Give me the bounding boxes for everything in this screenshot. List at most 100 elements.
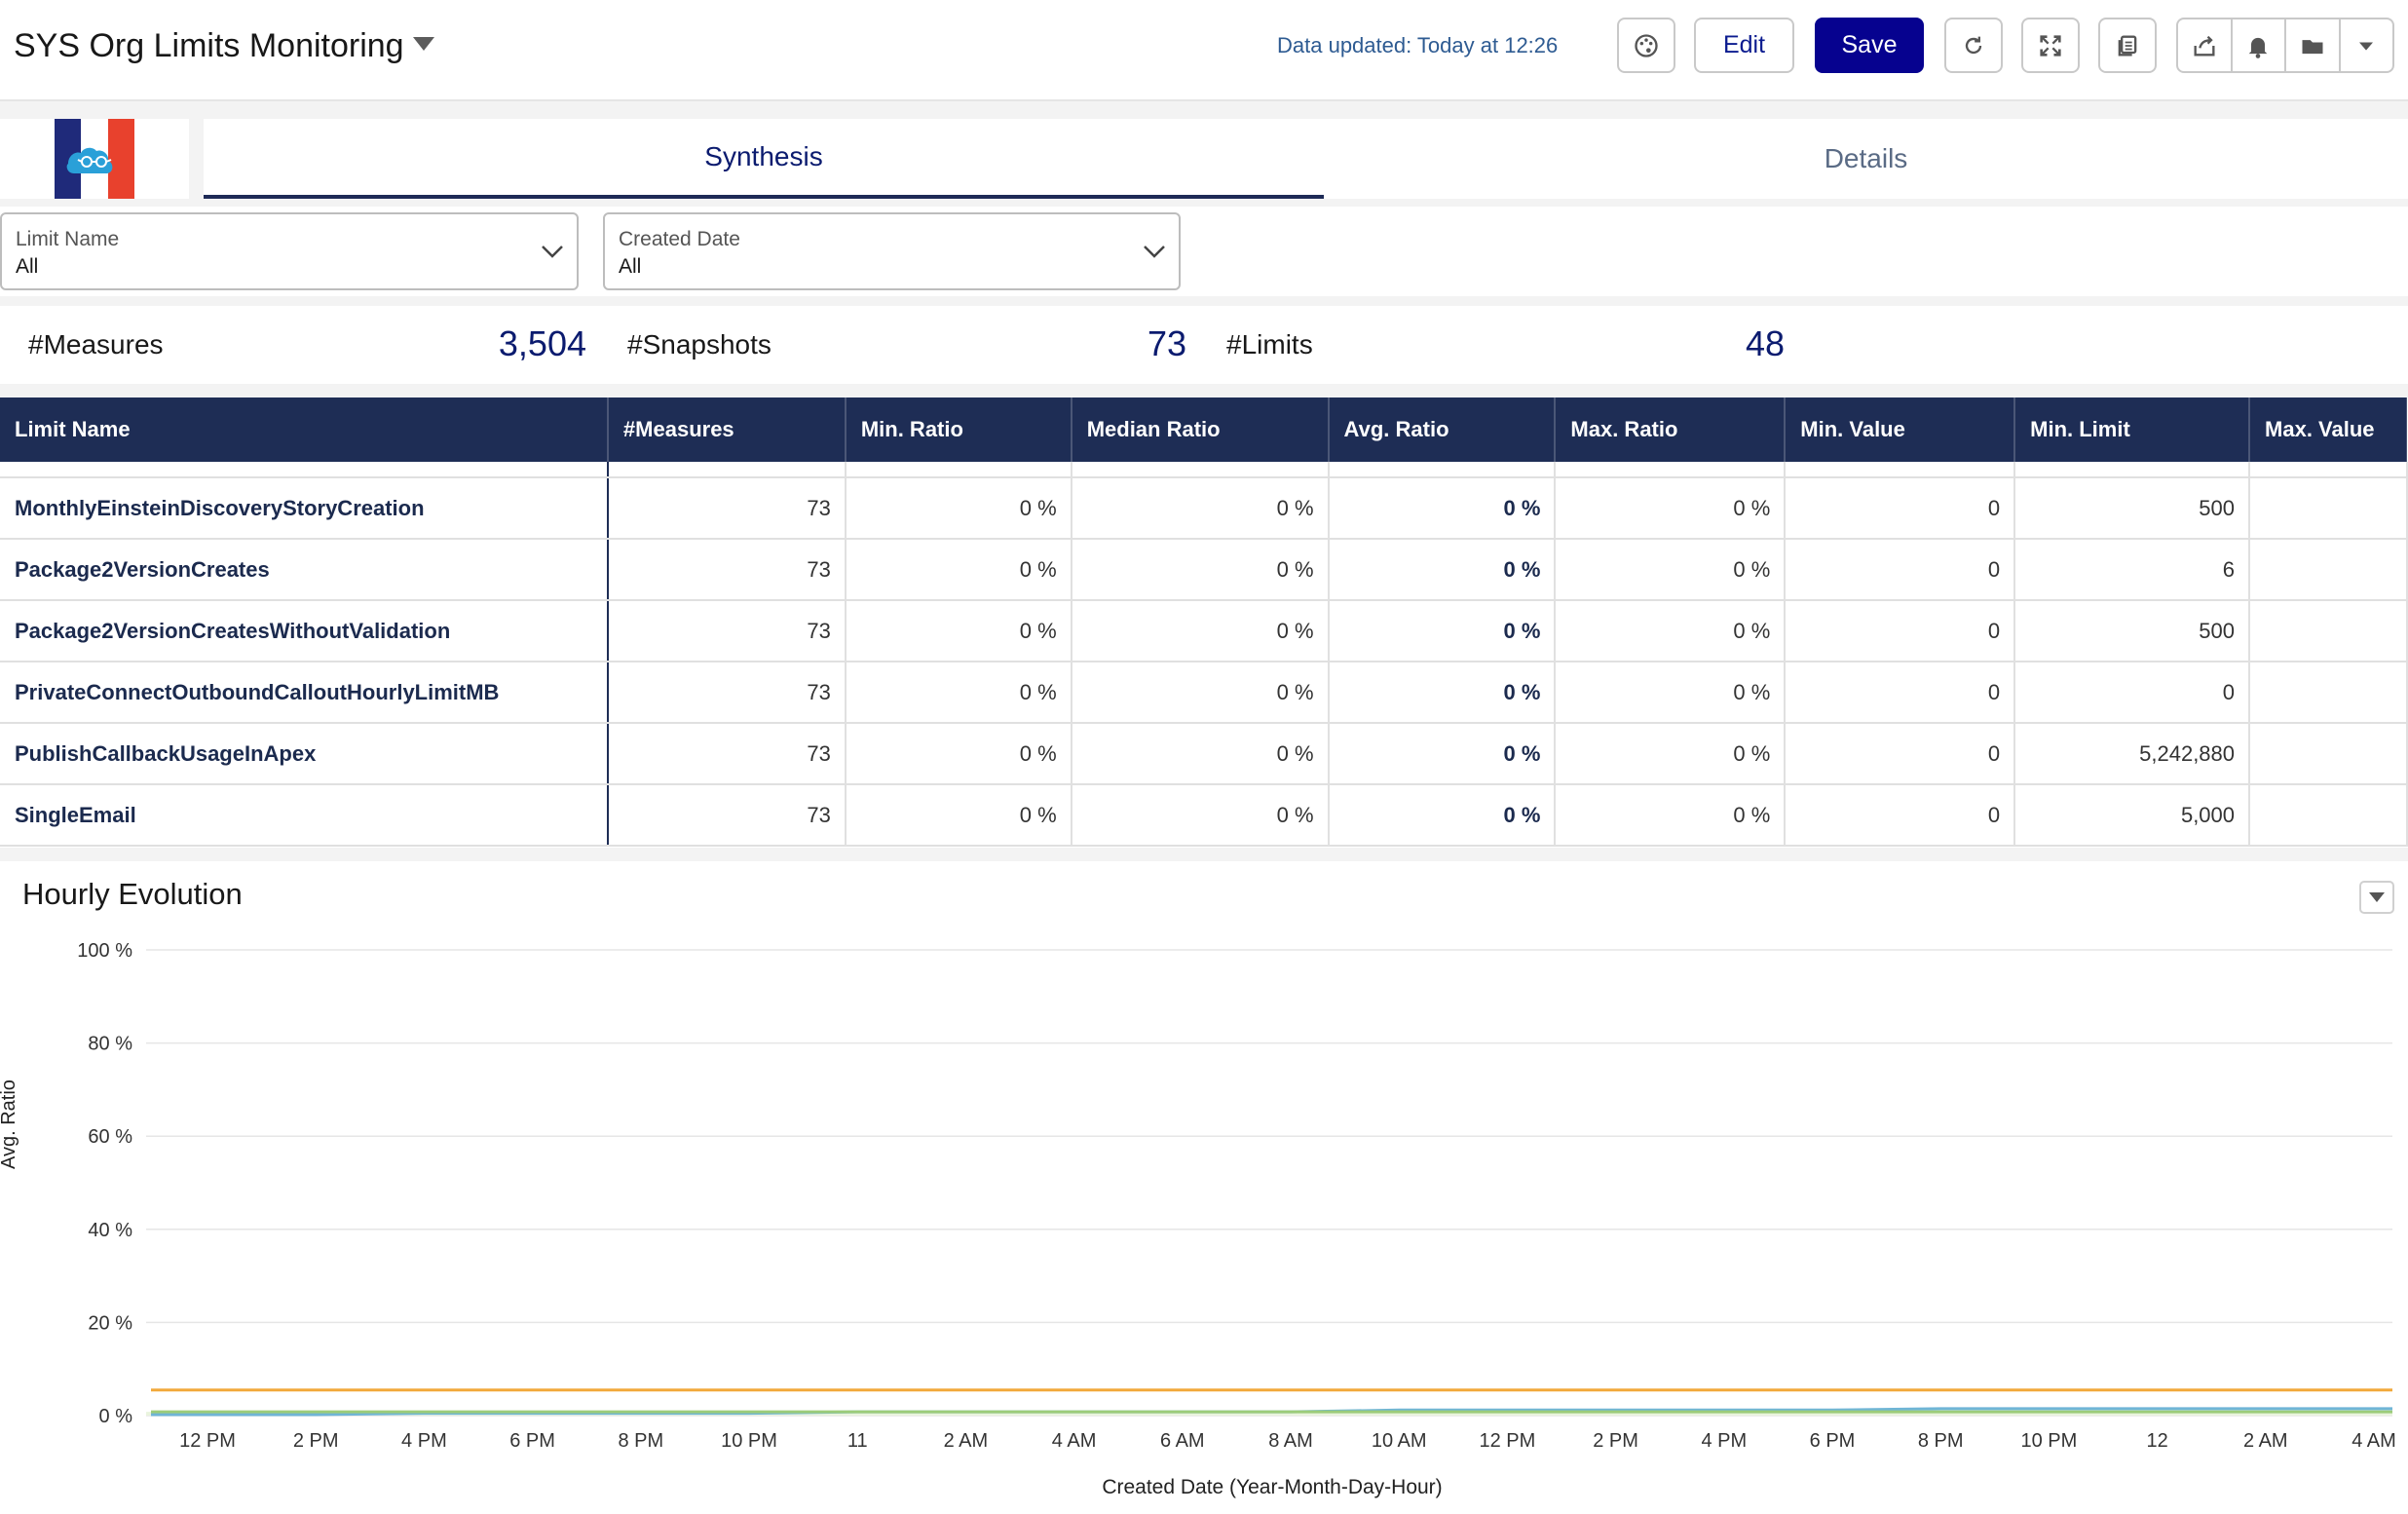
column-header[interactable]: Avg. Ratio — [1328, 397, 1557, 462]
table-cell: 0 — [1785, 600, 2016, 662]
dashboard-header: SYS Org Limits Monitoring Data updated: … — [0, 0, 2408, 101]
collection-button[interactable] — [2286, 19, 2341, 71]
limit-name-cell: Package2VersionCreates — [0, 539, 609, 601]
column-header[interactable]: Min. Value — [1785, 397, 2016, 462]
table-row[interactable]: PrivateConnectOutboundCalloutHourlyLimit… — [0, 662, 2408, 724]
table-cell — [2249, 539, 2408, 601]
limit-name-cell: PublishCallbackUsageInApex — [0, 723, 609, 785]
theme-button[interactable] — [1617, 18, 1675, 73]
x-tick-label: 4 PM — [1701, 1430, 1747, 1452]
chevron-down-icon — [542, 246, 563, 258]
table-cell: 0 % — [1071, 539, 1330, 601]
refresh-icon — [1965, 36, 1982, 54]
share-button[interactable] — [2178, 19, 2233, 71]
y-tick-label: 0 % — [99, 1406, 133, 1427]
fullscreen-button[interactable] — [2021, 18, 2080, 73]
table-cell: 0 — [1785, 784, 2016, 847]
x-axis-label: Created Date (Year-Month-Day-Hour) — [1102, 1476, 1443, 1498]
table-cell: 0 — [1785, 539, 2016, 601]
table-header-row: Limit Name #Measures Min. Ratio Median R… — [0, 397, 2408, 462]
table-cell: 0 % — [845, 662, 1072, 724]
limit-name-cell: Package2VersionCreatesWithoutValidation — [0, 600, 609, 662]
chart-menu-button[interactable] — [2359, 881, 2394, 914]
chevron-down-icon — [2369, 892, 2385, 902]
created-date-filter[interactable]: Created Date All — [603, 212, 1181, 290]
tab-synthesis[interactable]: Synthesis — [204, 119, 1324, 199]
column-header[interactable]: Min. Ratio — [845, 397, 1072, 462]
y-tick-label: 20 % — [88, 1312, 132, 1334]
edit-button[interactable]: Edit — [1694, 18, 1794, 73]
filter-label: Limit Name — [16, 228, 120, 250]
table-cell: 0 % — [1555, 600, 1787, 662]
table-cell: 0 — [2014, 662, 2251, 724]
table-cell: 0 % — [1328, 723, 1557, 785]
filter-value: All — [16, 255, 39, 278]
more-actions-button[interactable] — [2341, 19, 2393, 71]
column-header[interactable]: #Measures — [607, 397, 847, 462]
x-tick-label: 2 AM — [944, 1430, 989, 1452]
table-cell: 73 — [607, 600, 847, 662]
table-cell: 0 — [1785, 477, 2016, 540]
limits-table: Limit Name #Measures Min. Ratio Median R… — [0, 397, 2408, 848]
clone-button[interactable] — [2098, 18, 2157, 73]
table-cell: 0 % — [1328, 662, 1557, 724]
table-cell: 73 — [607, 477, 847, 540]
table-cell: 0 % — [1555, 539, 1787, 601]
table-cell: 5,242,880 — [2014, 723, 2251, 785]
table-cell — [2249, 600, 2408, 662]
limit-name-cell: MonthlyEinsteinDiscoveryStoryCreation — [0, 477, 609, 540]
limit-name-filter[interactable]: Limit Name All — [0, 212, 579, 290]
table-cell: 0 % — [845, 600, 1072, 662]
limit-name-cell: PrivateConnectOutboundCalloutHourlyLimit… — [0, 662, 609, 724]
chevron-down-icon — [2359, 42, 2374, 51]
action-button-group — [2176, 18, 2394, 73]
table-cell: 5,000 — [2014, 784, 2251, 847]
table-cell: 0 % — [845, 784, 1072, 847]
column-header[interactable]: Max. Value — [2249, 397, 2408, 462]
x-tick-label: 8 PM — [618, 1430, 663, 1452]
table-cell: 0 % — [1071, 662, 1330, 724]
table-row[interactable]: Package2VersionCreatesWithoutValidation 7… — [0, 600, 2408, 662]
bell-icon — [2248, 37, 2268, 58]
save-button[interactable]: Save — [1815, 18, 1924, 73]
x-tick-label: 2 AM — [2243, 1430, 2288, 1452]
x-tick-label: 10 PM — [721, 1430, 777, 1452]
table-cell: 500 — [2014, 600, 2251, 662]
x-tick-label: 12 PM — [1479, 1430, 1535, 1452]
table-cell: 0 % — [1071, 723, 1330, 785]
table-cell: 0 % — [1555, 477, 1787, 540]
limit-name-cell: SingleEmail — [0, 784, 609, 847]
kpi-bar — [0, 306, 2408, 384]
refresh-button[interactable] — [1944, 18, 2003, 73]
kpi-snapshots-label: #Snapshots — [627, 329, 771, 360]
column-header[interactable]: Max. Ratio — [1555, 397, 1787, 462]
column-header[interactable]: Min. Limit — [2014, 397, 2251, 462]
table-cell: 73 — [607, 662, 847, 724]
column-header[interactable]: Median Ratio — [1071, 397, 1330, 462]
logo — [0, 119, 189, 199]
limits-table-grid: Limit Name #Measures Min. Ratio Median R… — [0, 397, 2408, 847]
table-cell: 73 — [607, 784, 847, 847]
table-cell: 500 — [2014, 477, 2251, 540]
table-row[interactable]: SingleEmail 73 0 % 0 % 0 % 0 % 0 5,000 — [0, 784, 2408, 847]
x-tick-label: 4 PM — [401, 1430, 447, 1452]
title-dropdown-icon[interactable] — [413, 37, 434, 51]
table-row[interactable]: Package2VersionCreates 73 0 % 0 % 0 % 0 % 0 6 — [0, 539, 2408, 601]
line-chart-svg: 100 % 80 % 60 % 40 % 20 % 0 % 12 PM 2 PM 4 PM 6 P… — [77, 940, 2396, 1452]
tab-details[interactable]: Details — [1324, 119, 2408, 199]
table-cell: 0 % — [1555, 723, 1787, 785]
table-cell: 0 % — [845, 477, 1072, 540]
y-tick-label: 60 % — [88, 1126, 132, 1148]
x-tick-label: 8 PM — [1918, 1430, 1964, 1452]
table-row[interactable]: MonthlyEinsteinDiscoveryStoryCreation 73 0… — [0, 477, 2408, 540]
table-cell: 73 — [607, 539, 847, 601]
column-header[interactable]: Limit Name — [0, 397, 609, 462]
table-cell: 0 % — [1328, 477, 1557, 540]
table-row[interactable]: PublishCallbackUsageInApex 73 0 % 0 % 0 % 0 %… — [0, 723, 2408, 785]
subscribe-button[interactable] — [2233, 19, 2286, 71]
table-row — [0, 462, 2408, 478]
x-tick-label: 11 — [847, 1430, 868, 1452]
x-tick-label: 12 — [2146, 1430, 2167, 1452]
x-tick-label: 8 AM — [1268, 1430, 1313, 1452]
y-tick-label: 80 % — [88, 1034, 132, 1055]
